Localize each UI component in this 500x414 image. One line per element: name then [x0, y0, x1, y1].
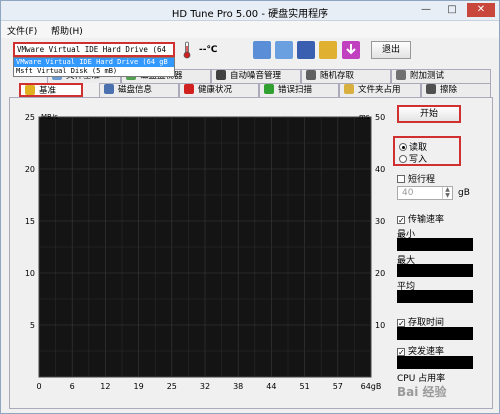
magnifier-icon [264, 84, 274, 94]
short-stroke-checkbox[interactable]: 短行程 [397, 172, 435, 185]
y-left-tick-label: 25 [25, 113, 35, 122]
tab-label: 健康状况 [198, 85, 233, 95]
drive-option[interactable]: VMware Virtual IDE Hard Drive (64 gB [14, 58, 174, 67]
y-right-tick-label: 40 [375, 165, 385, 174]
read-write-group: 读取 写入 [393, 136, 461, 166]
short-stroke-value: 40 [402, 188, 414, 198]
folder-icon [344, 84, 354, 94]
tab-label: 随机存取 [320, 71, 355, 81]
write-label: 写入 [409, 155, 428, 165]
benchmark-chart: MB/s ms 25 20 15 10 5 50 40 30 20 10 0 6 12 19 25 32 3… [25, 113, 385, 391]
drive-dropdown-list: VMware Virtual IDE Hard Drive (64 gB Msf… [13, 57, 175, 77]
radio-dot [399, 155, 407, 163]
y-left-tick-label: 20 [25, 165, 35, 174]
checkbox-box: ✓ [397, 319, 405, 328]
y-left-tick-label: 15 [25, 217, 35, 226]
thermometer-icon [183, 41, 191, 59]
maximize-button[interactable]: □ [441, 3, 463, 17]
burst-rate-display [397, 356, 473, 369]
tab-label: 错误扫描 [278, 85, 313, 95]
tab-error-scan[interactable]: 错误扫描 [259, 83, 339, 97]
title-bar: HD Tune Pro 5.00 - 硬盘实用程序 — □ ✕ [1, 1, 499, 21]
extra-tests-icon [396, 70, 406, 80]
watermark-logo: Bai 经验 [397, 385, 447, 399]
short-stroke-size-input[interactable]: 40 ▲ ▼ [397, 186, 453, 200]
y-right-tick-label: 10 [375, 321, 385, 330]
minimize-button[interactable]: — [415, 3, 437, 17]
x-tick-label: 32 [200, 382, 210, 391]
short-stroke-unit: gB [458, 188, 470, 198]
transfer-rate-label: 传输速率 [408, 215, 445, 225]
temperature-readout: --℃ [199, 45, 218, 55]
tab-folder-usage[interactable]: 文件夹占用 [339, 83, 421, 97]
copy-icon[interactable] [253, 41, 271, 59]
x-tick-label: 0 [36, 382, 41, 391]
save-icon[interactable] [297, 41, 315, 59]
checkbox-box: ✓ [397, 348, 405, 357]
random-access-icon [306, 70, 316, 80]
options-icon[interactable] [319, 41, 337, 59]
chart-grid [39, 117, 371, 377]
max-value-display [397, 264, 473, 277]
drive-option[interactable]: Msft Virtual Disk (5 mB) [14, 67, 174, 76]
min-value-display [397, 238, 473, 251]
x-tick-label: 64gB [361, 382, 382, 391]
x-tick-label: 6 [70, 382, 75, 391]
tab-label: 基准 [39, 86, 57, 96]
y-right-tick-label: 20 [375, 269, 385, 278]
tab-label: 磁盘信息 [118, 85, 153, 95]
health-cross-icon [184, 84, 194, 94]
tab-label: 自动噪音管理 [230, 71, 282, 81]
paste-icon[interactable] [275, 41, 293, 59]
y-left-axis-label: MB/s [41, 113, 58, 121]
y-right-tick-label: 30 [375, 217, 385, 226]
x-tick-label: 25 [167, 382, 177, 391]
erase-icon [426, 84, 436, 94]
disk-info-icon [104, 84, 114, 94]
tab-benchmark[interactable]: 基准 [19, 83, 83, 97]
x-tick-label: 44 [266, 382, 276, 391]
tab-label: 附加测试 [410, 71, 445, 81]
tab-aam[interactable]: 自动噪音管理 [211, 69, 301, 83]
tab-label: 擦除 [440, 85, 458, 95]
x-tick-label: 19 [134, 382, 144, 391]
download-icon[interactable] [342, 41, 360, 59]
drive-select[interactable]: VMware Virtual IDE Hard Drive (64 [13, 42, 175, 57]
y-left-tick-label: 5 [30, 321, 35, 330]
y-right-tick-label: 50 [375, 113, 385, 122]
tab-disk-info[interactable]: 磁盘信息 [99, 83, 179, 97]
tab-health[interactable]: 健康状况 [179, 83, 259, 97]
menu-help[interactable]: 帮助(H) [51, 24, 83, 37]
avg-value-display [397, 290, 473, 303]
y-right-axis-label: ms [359, 113, 370, 121]
exit-button[interactable]: 退出 [371, 41, 411, 59]
x-tick-label: 38 [233, 382, 243, 391]
radio-dot [399, 143, 407, 151]
start-button[interactable]: 开始 [397, 105, 461, 123]
checkbox-box: ✓ [397, 216, 405, 225]
tab-random-access[interactable]: 随机存取 [301, 69, 391, 83]
x-tick-label: 51 [300, 382, 310, 391]
access-time-display [397, 327, 473, 340]
menu-bar: 文件(F) 帮助(H) [1, 21, 499, 38]
checkbox-box [397, 175, 405, 183]
x-tick-label: 57 [333, 382, 343, 391]
menu-file[interactable]: 文件(F) [7, 24, 37, 37]
speaker-icon [216, 70, 226, 80]
tab-label: 文件夹占用 [358, 85, 401, 95]
close-button[interactable]: ✕ [467, 3, 495, 17]
y-left-tick-label: 10 [25, 269, 35, 278]
tab-extra-tests[interactable]: 附加测试 [391, 69, 491, 83]
spinner-arrows-icon[interactable]: ▲ ▼ [442, 187, 452, 199]
tab-row-bottom: 基准 磁盘信息 健康状况 错误扫描 文件夹占用 擦除 [9, 83, 491, 97]
tab-erase[interactable]: 擦除 [421, 83, 491, 97]
x-tick-label: 12 [100, 382, 110, 391]
app-window: HD Tune Pro 5.00 - 硬盘实用程序 — □ ✕ 文件(F) 帮助… [0, 0, 500, 414]
write-radio[interactable]: 写入 [399, 152, 427, 165]
transfer-rate-checkbox[interactable]: ✓ 传输速率 [397, 212, 444, 225]
bulb-icon [25, 85, 35, 95]
short-stroke-label: 短行程 [408, 175, 436, 185]
